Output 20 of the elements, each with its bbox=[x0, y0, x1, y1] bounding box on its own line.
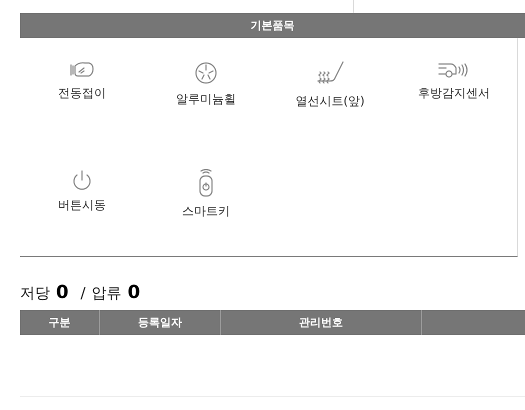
option-label: 버튼시동 bbox=[58, 197, 106, 214]
mortgage-label: 저당 bbox=[20, 284, 50, 303]
option-label: 전동접이 bbox=[58, 85, 106, 102]
side-mirror-icon bbox=[69, 61, 95, 79]
seizure-count: 0 bbox=[128, 282, 140, 303]
wheel-icon bbox=[194, 61, 218, 85]
car-sensor-icon bbox=[438, 61, 470, 79]
smart-key-icon bbox=[197, 169, 215, 197]
column-header: 등록일자 bbox=[100, 310, 221, 335]
section-title: 기본품목 bbox=[20, 13, 525, 38]
option-label: 스마트키 bbox=[182, 203, 230, 220]
power-icon bbox=[71, 169, 93, 191]
option-label: 열선시트(앞) bbox=[295, 93, 365, 110]
option-label: 후방감지센서 bbox=[418, 85, 490, 102]
mortgage-count: 0 bbox=[56, 282, 69, 303]
column-header: 관리번호 bbox=[221, 310, 422, 335]
seizure-label: 압류 bbox=[92, 284, 122, 303]
separator: / bbox=[80, 284, 86, 302]
option-label: 알루미늄휠 bbox=[176, 91, 236, 108]
column-header: 구분 bbox=[20, 310, 100, 335]
